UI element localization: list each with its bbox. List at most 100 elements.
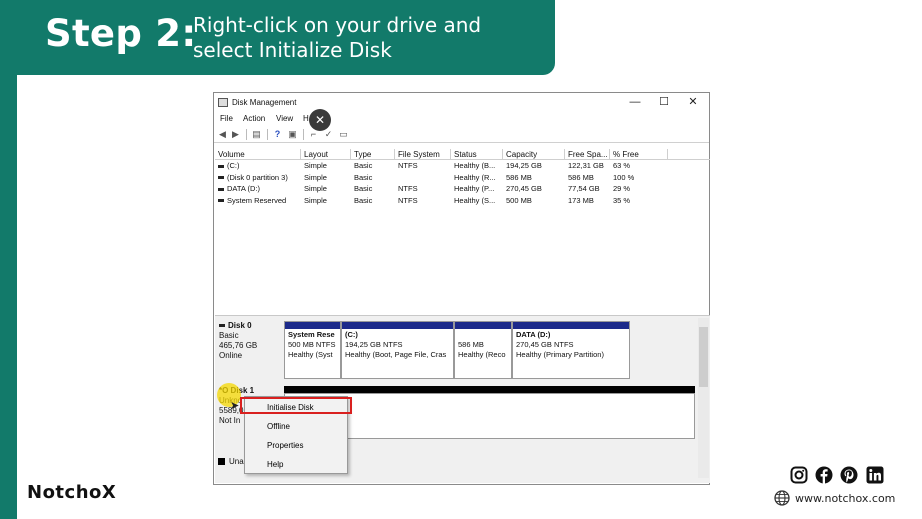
table-cell: Healthy (P... (451, 183, 503, 194)
context-menu-help[interactable]: Help (267, 460, 283, 469)
close-button[interactable]: ✕ (678, 95, 708, 110)
unallocated-bar (284, 386, 695, 393)
cell-text: 63 % (613, 161, 631, 170)
scrollbar-thumb[interactable] (699, 327, 708, 387)
cell-text: Simple (304, 195, 327, 205)
table-cell: 173 MB (565, 195, 610, 206)
column-header-percent-free[interactable]: % Free (610, 149, 668, 160)
menu-view[interactable]: View (276, 114, 293, 123)
table-cell: Simple (301, 195, 351, 206)
step-banner: Step 2: Right-click on your drive and se… (0, 0, 555, 75)
column-header-volume[interactable]: Volume (215, 149, 301, 160)
menu-file[interactable]: File (220, 114, 233, 123)
table-cell: 500 MB (503, 195, 565, 206)
column-header-file-system[interactable]: File System (395, 149, 451, 160)
table-cell: 270,45 GB (503, 183, 565, 194)
column-header-capacity[interactable]: Capacity (503, 149, 565, 160)
column-header-free-space[interactable]: Free Spa... (565, 149, 610, 160)
volume-row-disk0-partition3[interactable]: (Disk 0 partition 3) Simple Basic Healthy (… (215, 172, 710, 184)
partition-data-d[interactable]: DATA (D:) 270,45 GB NTFS Healthy (Primar… (512, 321, 630, 379)
website-link[interactable]: www.notchox.com (795, 492, 895, 505)
help-icon[interactable]: ? (272, 129, 283, 139)
partition-title: System Rese (288, 330, 335, 339)
disk-0-status: Online (219, 351, 243, 360)
maximize-button[interactable]: ☐ (649, 95, 679, 110)
table-cell: Basic (351, 195, 395, 206)
pinterest-icon[interactable] (840, 466, 858, 484)
context-menu-properties[interactable]: Properties (267, 441, 303, 450)
table-cell: NTFS (395, 160, 451, 171)
table-cell: Healthy (S... (451, 195, 503, 206)
menu-help[interactable]: H (303, 114, 309, 123)
cell-text: Simple (304, 161, 327, 170)
step-title: Step 2: (45, 12, 197, 55)
title-bar: Disk Management — ☐ ✕ (214, 93, 709, 112)
facebook-icon[interactable] (815, 466, 833, 484)
menu-action[interactable]: Action (243, 114, 265, 123)
table-cell: Healthy (B... (451, 160, 503, 171)
partition-system-reserved[interactable]: System Rese 500 MB NTFS Healthy (Syst (284, 321, 341, 379)
properties-icon[interactable]: ▣ (287, 129, 298, 139)
table-cell: Simple (301, 160, 351, 171)
check-icon[interactable]: ✓ (323, 129, 334, 139)
instagram-icon[interactable] (790, 466, 808, 484)
toolbar-separator (303, 129, 304, 140)
cell-text: 122,31 GB (568, 161, 604, 170)
minimize-button[interactable]: — (620, 95, 650, 110)
cell-text: 35 % (613, 195, 631, 205)
cell-text: 29 % (613, 184, 631, 193)
cell-text: Basic (354, 161, 373, 170)
table-cell: 29 % (610, 183, 668, 194)
back-arrow-icon[interactable]: ◀ (217, 129, 228, 139)
table-cell: 35 % (610, 195, 668, 206)
unallocated-legend-swatch (218, 458, 225, 465)
table-cell: 63 % (610, 160, 668, 171)
column-header-status[interactable]: Status (451, 149, 503, 160)
cell-text: Basic (354, 172, 373, 182)
cell-text: Healthy (P... (454, 184, 495, 193)
menu-bar: File Action View H (214, 112, 709, 126)
cell-text: (Disk 0 partition 3) (227, 172, 288, 182)
partition-recovery[interactable]: 586 MB Healthy (Reco (454, 321, 512, 379)
partition-title: DATA (D:) (516, 330, 551, 339)
toolbar-separator (267, 129, 268, 140)
cell-text: 586 MB (506, 172, 532, 182)
forward-arrow-icon[interactable]: ▶ (230, 129, 241, 139)
partition-status: Healthy (Syst (288, 350, 333, 359)
context-menu-offline[interactable]: Offline (267, 422, 290, 431)
view-icon[interactable]: ▭ (338, 129, 349, 139)
table-cell: DATA (D:) (215, 183, 301, 194)
console-tree-icon[interactable]: ▤ (251, 129, 262, 139)
column-header-layout[interactable]: Layout (301, 149, 351, 160)
volume-icon (218, 164, 224, 168)
volume-row-system-reserved[interactable]: System Reserved Simple Basic NTFS Healthy (S… (215, 195, 710, 207)
cell-text: 586 MB (568, 172, 594, 182)
disk-pane-scrollbar[interactable] (698, 318, 709, 478)
partition-size: 586 MB (458, 340, 484, 349)
volume-row-data-d[interactable]: DATA (D:) Simple Basic NTFS Healthy (P... 270… (215, 183, 710, 195)
partition-c[interactable]: (C:) 194,25 GB NTFS Healthy (Boot, Page … (341, 321, 454, 379)
table-cell: 194,25 GB (503, 160, 565, 171)
column-header-type[interactable]: Type (351, 149, 395, 160)
volume-rows: (C:) Simple Basic NTFS Healthy (B... 194,25 G… (215, 160, 710, 206)
notchox-logo: NotchoX (27, 482, 117, 503)
table-cell: NTFS (395, 195, 451, 206)
table-cell: (C:) (215, 160, 301, 171)
cell-text: (C:) (227, 161, 240, 170)
partition-status: Healthy (Reco (458, 350, 506, 359)
cell-text: 100 % (613, 172, 635, 182)
initialise-disk-highlight (240, 397, 352, 414)
volume-row-c[interactable]: (C:) Simple Basic NTFS Healthy (B... 194,25 G… (215, 160, 710, 172)
volume-icon (218, 176, 224, 180)
cell-text: Basic (354, 195, 373, 205)
linkedin-icon[interactable] (866, 466, 884, 484)
globe-icon (774, 490, 790, 506)
partition-title (458, 330, 508, 340)
cell-text: 194,25 GB (506, 161, 542, 170)
disk-0-label[interactable]: Disk 0 Basic 465,76 GB Online (219, 321, 283, 373)
disk-0-name: Disk 0 (228, 321, 252, 330)
cell-text: 77,54 GB (568, 184, 600, 193)
partition-size: 270,45 GB NTFS (516, 340, 574, 349)
overlay-close-button[interactable]: ✕ (309, 109, 331, 131)
cell-text: 270,45 GB (506, 184, 542, 193)
